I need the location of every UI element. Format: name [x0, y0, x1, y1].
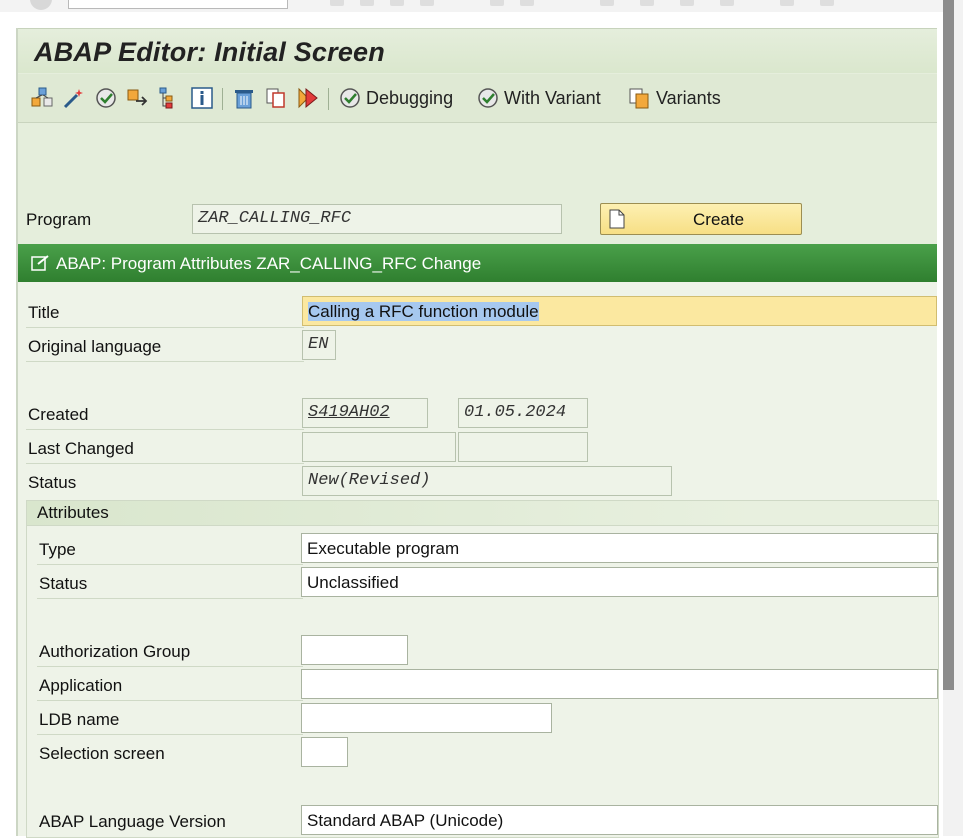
- ldb-name-label: LDB name: [39, 710, 120, 729]
- toolbar-ghost-icon: [520, 0, 534, 6]
- abap-editor-window: ABAP Editor: Initial Screen Debugging Wi…: [16, 28, 939, 838]
- title-bar: ABAP Editor: Initial Screen: [18, 28, 937, 73]
- created-user-field[interactable]: S419AH02: [302, 398, 428, 428]
- last-changed-user-field[interactable]: [302, 432, 456, 462]
- debugging-icon[interactable]: [338, 86, 362, 110]
- selection-screen-label: Selection screen: [39, 744, 165, 763]
- toolbar-ghost-icon: [390, 0, 404, 6]
- authorization-group-label: Authorization Group: [39, 642, 191, 661]
- toolbar-ghost-icon: [360, 0, 374, 6]
- scrollbar-thumb[interactable]: [943, 0, 954, 690]
- attributes-dialog-header: ABAP: Program Attributes ZAR_CALLING_RFC…: [18, 244, 937, 282]
- create-button-label: Create: [693, 210, 745, 229]
- toolbar-ghost-icon: [780, 0, 794, 6]
- title-value: Calling a RFC function module: [308, 302, 539, 321]
- info-icon[interactable]: [190, 86, 214, 110]
- title-label: Title: [28, 303, 60, 322]
- row-divider: [37, 700, 303, 701]
- ldb-name-input[interactable]: [301, 703, 552, 733]
- with-variant-icon[interactable]: [476, 86, 500, 110]
- status-field[interactable]: New(Revised): [302, 466, 672, 496]
- variants-icon[interactable]: [628, 86, 652, 110]
- type-label: Type: [39, 540, 76, 559]
- dialog-title: ABAP: Program Attributes ZAR_CALLING_RFC…: [56, 254, 482, 273]
- application-toolbar: Debugging With Variant Variants: [18, 74, 937, 123]
- hierarchy-icon[interactable]: [30, 86, 54, 110]
- top-system-toolbar: [0, 0, 963, 12]
- enter-icon[interactable]: [30, 0, 52, 10]
- status-label: Status: [28, 473, 77, 492]
- last-changed-label: Last Changed: [28, 439, 134, 458]
- new-document-icon: [609, 209, 625, 229]
- original-language-field[interactable]: EN: [302, 330, 336, 360]
- attributes-group-header: Attributes: [27, 501, 938, 526]
- create-button[interactable]: Create: [600, 203, 802, 235]
- command-field[interactable]: [68, 0, 288, 9]
- selection-screen-input[interactable]: [301, 737, 348, 767]
- attributes-group: Attributes Type Executable program Statu…: [26, 500, 939, 838]
- vertical-scrollbar[interactable]: [943, 0, 963, 836]
- attr-status-select[interactable]: Unclassified: [301, 567, 938, 597]
- toolbar-ghost-icon: [420, 0, 434, 6]
- with-variant-button[interactable]: With Variant: [504, 88, 601, 109]
- toolbar-ghost-icon: [820, 0, 834, 6]
- magic-wand-icon[interactable]: [62, 86, 86, 110]
- copy-icon[interactable]: [264, 86, 288, 110]
- toolbar-ghost-icon: [640, 0, 654, 6]
- toolbar-ghost-icon: [680, 0, 694, 6]
- toolbar-ghost-icon: [330, 0, 344, 6]
- toolbar-separator: [328, 88, 329, 110]
- trash-icon[interactable]: [232, 86, 256, 110]
- attr-status-label: Status: [39, 574, 88, 593]
- last-changed-date-field[interactable]: [458, 432, 588, 462]
- check-icon[interactable]: [94, 86, 118, 110]
- debugging-button[interactable]: Debugging: [366, 88, 453, 109]
- toolbar-separator: [222, 88, 223, 110]
- row-divider: [26, 361, 304, 362]
- toolbar-ghost-icon: [720, 0, 734, 6]
- abap-language-version-select[interactable]: Standard ABAP (Unicode): [301, 805, 938, 835]
- toolbar-ghost-icon: [600, 0, 614, 6]
- row-divider: [26, 463, 304, 464]
- attributes-dialog: Title Calling a RFC function module Orig…: [18, 282, 939, 838]
- structure-icon[interactable]: [158, 86, 182, 110]
- type-select[interactable]: Executable program: [301, 533, 938, 563]
- row-divider: [26, 327, 304, 328]
- edit-icon: [31, 255, 49, 271]
- created-date-field[interactable]: 01.05.2024: [458, 398, 588, 428]
- application-input[interactable]: [301, 669, 938, 699]
- original-language-label: Original language: [28, 337, 162, 356]
- program-label: Program: [26, 210, 92, 229]
- program-field[interactable]: ZAR_CALLING_RFC: [192, 204, 562, 234]
- attributes-heading: Attributes: [37, 503, 109, 522]
- row-divider: [37, 734, 303, 735]
- activate-icon[interactable]: [296, 86, 320, 110]
- title-input[interactable]: Calling a RFC function module: [302, 296, 937, 326]
- page-title: ABAP Editor: Initial Screen: [34, 37, 385, 67]
- toolbar-ghost-icon: [490, 0, 504, 6]
- application-label: Application: [39, 676, 123, 695]
- variants-button[interactable]: Variants: [656, 88, 721, 109]
- export-icon[interactable]: [126, 86, 150, 110]
- row-divider: [37, 598, 303, 599]
- row-divider: [37, 564, 303, 565]
- authorization-group-input[interactable]: [301, 635, 408, 665]
- row-divider: [37, 666, 303, 667]
- created-label: Created: [28, 405, 89, 424]
- abap-language-version-label: ABAP Language Version: [39, 812, 226, 831]
- row-divider: [26, 429, 304, 430]
